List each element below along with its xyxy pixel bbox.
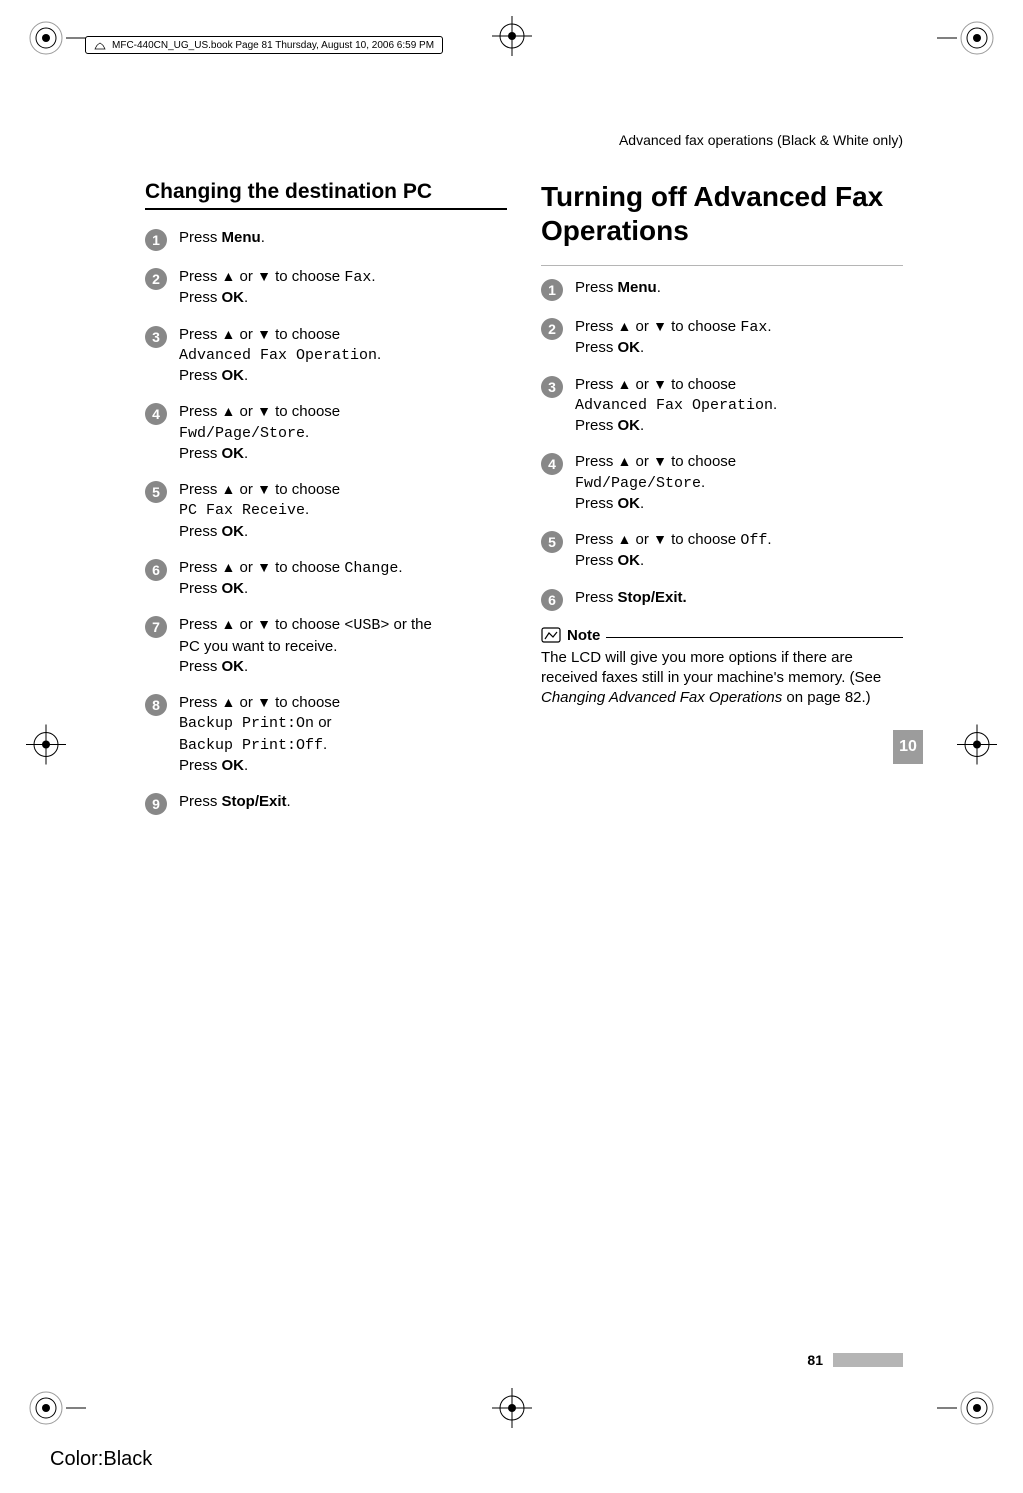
step-number-icon: 9 bbox=[145, 793, 167, 815]
crop-mark-right-mid bbox=[957, 724, 997, 769]
left-step-8: 8 Press ▲ or ▼ to choose Backup Print:On… bbox=[145, 693, 507, 776]
step-number-icon: 7 bbox=[145, 616, 167, 638]
step-body: Press ▲ or ▼ to choose Advanced Fax Oper… bbox=[179, 325, 381, 387]
book-header-text: MFC-440CN_UG_US.book Page 81 Thursday, A… bbox=[112, 40, 434, 51]
crop-mark-left-mid bbox=[26, 724, 66, 769]
step-number-icon: 6 bbox=[145, 559, 167, 581]
crop-mark-top-right bbox=[937, 18, 997, 63]
step-body: Press ▲ or ▼ to choose Fax. Press OK. bbox=[575, 317, 772, 359]
left-section-title: Changing the destination PC bbox=[145, 180, 507, 210]
chapter-tab: 10 bbox=[893, 730, 923, 764]
step-body: Press Menu. bbox=[179, 228, 265, 248]
left-step-5: 5 Press ▲ or ▼ to choose PC Fax Receive.… bbox=[145, 480, 507, 542]
step-body: Press ▲ or ▼ to choose PC Fax Receive. P… bbox=[179, 480, 340, 542]
left-step-9: 9 Press Stop/Exit. bbox=[145, 792, 507, 815]
note-block: Note The LCD will give you more options … bbox=[541, 627, 903, 709]
crop-mark-bottom-left bbox=[26, 1388, 86, 1433]
step-body: Press ▲ or ▼ to choose Advanced Fax Oper… bbox=[575, 375, 777, 437]
note-icon bbox=[541, 627, 561, 643]
step-number-icon: 2 bbox=[145, 268, 167, 290]
crop-mark-top-mid bbox=[492, 16, 532, 61]
right-step-1: 1 Press Menu. bbox=[541, 278, 903, 301]
step-number-icon: 8 bbox=[145, 694, 167, 716]
step-number-icon: 5 bbox=[541, 531, 563, 553]
step-body: Press ▲ or ▼ to choose Off. Press OK. bbox=[575, 530, 772, 572]
left-step-1: 1 Press Menu. bbox=[145, 228, 507, 251]
crop-mark-bottom-right bbox=[937, 1388, 997, 1433]
step-body: Press Menu. bbox=[575, 278, 661, 298]
right-step-3: 3 Press ▲ or ▼ to choose Advanced Fax Op… bbox=[541, 375, 903, 437]
crop-mark-bottom-mid bbox=[492, 1388, 532, 1433]
crop-mark-top-left bbox=[26, 18, 86, 63]
step-number-icon: 3 bbox=[145, 326, 167, 348]
step-number-icon: 3 bbox=[541, 376, 563, 398]
left-step-4: 4 Press ▲ or ▼ to choose Fwd/Page/Store.… bbox=[145, 402, 507, 464]
color-label: Color:Black bbox=[50, 1448, 152, 1471]
right-step-5: 5 Press ▲ or ▼ to choose Off. Press OK. bbox=[541, 530, 903, 572]
step-body: Press ▲ or ▼ to choose Change. Press OK. bbox=[179, 558, 403, 600]
step-body: Press ▲ or ▼ to choose Fwd/Page/Store. P… bbox=[575, 452, 736, 514]
step-number-icon: 1 bbox=[145, 229, 167, 251]
step-body: Press ▲ or ▼ to choose <USB> or the PC y… bbox=[179, 615, 432, 677]
left-column: Changing the destination PC 1 Press Menu… bbox=[145, 180, 507, 831]
page-number-row: 81 bbox=[807, 1352, 903, 1368]
step-body: Press Stop/Exit. bbox=[575, 588, 687, 608]
step-number-icon: 5 bbox=[145, 481, 167, 503]
page-number: 81 bbox=[807, 1352, 823, 1368]
note-body: The LCD will give you more options if th… bbox=[541, 648, 903, 709]
step-body: Press ▲ or ▼ to choose Fax. Press OK. bbox=[179, 267, 376, 309]
note-label-text: Note bbox=[567, 627, 600, 644]
step-number-icon: 4 bbox=[541, 453, 563, 475]
step-number-icon: 6 bbox=[541, 589, 563, 611]
right-step-6: 6 Press Stop/Exit. bbox=[541, 588, 903, 611]
step-body: Press ▲ or ▼ to choose Backup Print:On o… bbox=[179, 693, 340, 776]
left-step-3: 3 Press ▲ or ▼ to choose Advanced Fax Op… bbox=[145, 325, 507, 387]
right-column: Turning off Advanced Fax Operations 1 Pr… bbox=[541, 180, 903, 831]
left-step-2: 2 Press ▲ or ▼ to choose Fax. Press OK. bbox=[145, 267, 507, 309]
step-body: Press Stop/Exit. bbox=[179, 792, 291, 812]
page-number-bar bbox=[833, 1353, 903, 1367]
step-number-icon: 1 bbox=[541, 279, 563, 301]
note-line bbox=[606, 637, 903, 638]
book-icon bbox=[94, 39, 106, 51]
breadcrumb: Advanced fax operations (Black & White o… bbox=[145, 132, 903, 148]
right-step-2: 2 Press ▲ or ▼ to choose Fax. Press OK. bbox=[541, 317, 903, 359]
title-rule bbox=[541, 265, 903, 266]
note-heading: Note bbox=[541, 627, 903, 644]
step-number-icon: 4 bbox=[145, 403, 167, 425]
left-step-7: 7 Press ▲ or ▼ to choose <USB> or the PC… bbox=[145, 615, 507, 677]
step-body: Press ▲ or ▼ to choose Fwd/Page/Store. P… bbox=[179, 402, 340, 464]
right-step-4: 4 Press ▲ or ▼ to choose Fwd/Page/Store.… bbox=[541, 452, 903, 514]
right-main-title: Turning off Advanced Fax Operations bbox=[541, 180, 903, 247]
book-header: MFC-440CN_UG_US.book Page 81 Thursday, A… bbox=[85, 36, 443, 54]
step-number-icon: 2 bbox=[541, 318, 563, 340]
left-step-6: 6 Press ▲ or ▼ to choose Change. Press O… bbox=[145, 558, 507, 600]
